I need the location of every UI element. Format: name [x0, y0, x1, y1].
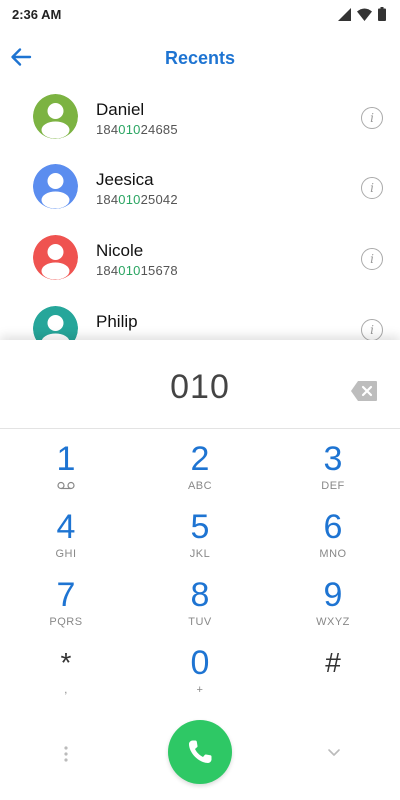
app-bar: Recents: [0, 28, 400, 86]
dialpad-panel: 010 1 2 ABC 3 DEF 4 GHI 5 JKL 6 MNO 7 PQ…: [0, 340, 400, 800]
backspace-icon[interactable]: [350, 380, 378, 402]
dial-key-2[interactable]: 2 ABC: [145, 440, 255, 504]
avatar: [33, 306, 78, 340]
contact-phone: 18401025042: [96, 192, 178, 207]
dial-key-3[interactable]: 3 DEF: [278, 440, 388, 504]
contact-row-nicole[interactable]: Nicole 18401015678 i: [0, 223, 400, 293]
call-button[interactable]: [168, 720, 232, 784]
avatar: [33, 94, 78, 139]
phone-icon: [189, 740, 212, 763]
divider: [0, 428, 400, 429]
dial-key-star[interactable]: * ,: [11, 644, 121, 708]
dial-key-0[interactable]: 0 +: [145, 644, 255, 708]
dial-key-8[interactable]: 8 TUV: [145, 576, 255, 640]
avatar: [33, 164, 78, 209]
chevron-down-icon[interactable]: [326, 744, 342, 760]
dial-key-1[interactable]: 1: [11, 440, 121, 504]
dialed-number[interactable]: 010: [0, 368, 400, 407]
dial-key-9[interactable]: 9 WXYZ: [278, 576, 388, 640]
dial-key-pound[interactable]: #: [278, 644, 388, 708]
contact-phone: 18401015678: [96, 263, 178, 278]
contact-name: Philip: [96, 312, 138, 331]
contact-name: Nicole: [96, 241, 144, 260]
contact-phone: 18401024685: [96, 122, 178, 137]
wifi-icon: [357, 8, 372, 21]
voicemail-icon: [57, 481, 75, 490]
contact-name: Daniel: [96, 100, 145, 119]
info-icon[interactable]: i: [361, 177, 383, 199]
more-options-icon[interactable]: [60, 744, 72, 764]
contact-list: Daniel 18401024685 i Jeesica 18401025042…: [0, 86, 400, 340]
page-title: Recents: [164, 48, 236, 68]
info-icon[interactable]: i: [361, 107, 383, 129]
avatar: [33, 235, 78, 280]
contact-row-daniel[interactable]: Daniel 18401024685 i: [0, 86, 400, 152]
info-icon[interactable]: i: [361, 319, 383, 340]
signal-icon: [338, 7, 351, 21]
contact-row-jeesica[interactable]: Jeesica 18401025042 i: [0, 152, 400, 222]
contact-name: Jeesica: [96, 170, 154, 189]
contact-row-philip[interactable]: Philip i: [0, 294, 400, 340]
dial-key-5[interactable]: 5 JKL: [145, 508, 255, 572]
info-icon[interactable]: i: [361, 248, 383, 270]
status-bar: 2:36 AM: [0, 0, 400, 28]
dial-key-6[interactable]: 6 MNO: [278, 508, 388, 572]
status-time: 2:36 AM: [12, 7, 62, 22]
status-icons: [338, 7, 386, 21]
dial-key-7[interactable]: 7 PQRS: [11, 576, 121, 640]
battery-icon: [378, 7, 386, 21]
dial-key-4[interactable]: 4 GHI: [11, 508, 121, 572]
